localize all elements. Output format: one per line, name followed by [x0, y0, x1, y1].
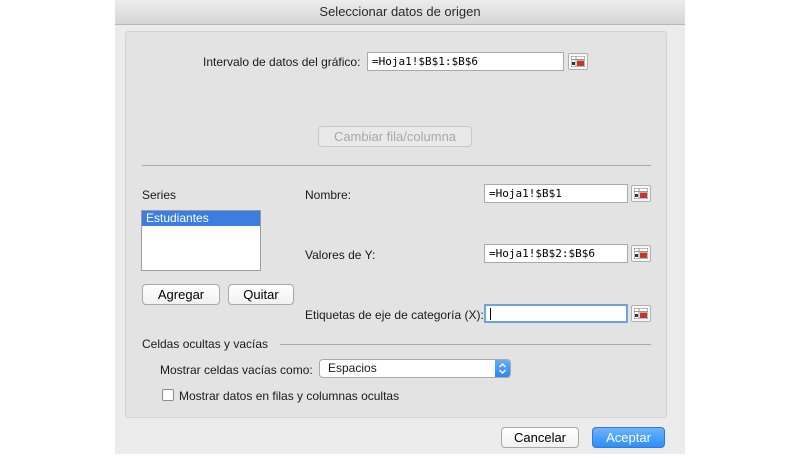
select-data-dialog: Seleccionar datos de origen Intervalo de… — [115, 0, 685, 454]
divider — [142, 165, 651, 166]
collapse-dialog-icon — [634, 248, 648, 259]
x-labels-selector-button[interactable] — [631, 305, 651, 322]
series-list[interactable]: Estudiantes — [141, 210, 261, 271]
name-field[interactable]: =Hoja1!$B$1 — [484, 184, 628, 203]
empty-cells-value: Espacios — [328, 361, 377, 375]
select-arrow-button — [495, 360, 510, 377]
empty-cells-select[interactable]: Espacios — [319, 359, 511, 378]
name-label: Nombre: — [305, 188, 352, 202]
dialog-panel: Intervalo de datos del gráfico: =Hoja1!$… — [125, 31, 667, 418]
show-hidden-checkbox[interactable] — [162, 389, 174, 401]
remove-series-button[interactable]: Quitar — [228, 284, 294, 305]
hidden-cells-section-label: Celdas ocultas y vacías — [142, 337, 269, 351]
ok-button[interactable]: Aceptar — [592, 427, 665, 448]
range-selector-button[interactable] — [568, 53, 588, 70]
y-values-field[interactable]: =Hoja1!$B$2:$B$6 — [484, 244, 628, 263]
collapse-dialog-icon — [571, 56, 585, 67]
range-label: Intervalo de datos del gráfico: — [203, 55, 361, 69]
switch-row-column-button[interactable]: Cambiar fila/columna — [318, 126, 472, 147]
updown-chevron-icon — [499, 363, 506, 374]
name-selector-button[interactable] — [631, 185, 651, 202]
y-values-label: Valores de Y: — [305, 248, 376, 262]
collapse-dialog-icon — [634, 188, 648, 199]
window-title: Seleccionar datos de origen — [115, 0, 685, 25]
range-field[interactable]: =Hoja1!$B$1:$B$6 — [367, 52, 564, 71]
show-hidden-label: Mostrar datos en filas y columnas oculta… — [179, 389, 400, 403]
collapse-dialog-icon — [634, 308, 648, 319]
text-caret — [490, 308, 491, 320]
list-item[interactable]: Estudiantes — [142, 211, 260, 226]
x-labels-field[interactable] — [484, 304, 628, 323]
cancel-button[interactable]: Cancelar — [501, 427, 579, 448]
x-labels-label: Etiquetas de eje de categoría (X): — [305, 308, 484, 322]
add-series-button[interactable]: Agregar — [142, 284, 220, 305]
section-divider — [280, 344, 651, 345]
empty-cells-label: Mostrar celdas vacías como: — [160, 363, 313, 377]
y-values-selector-button[interactable] — [631, 245, 651, 262]
series-label: Series — [142, 188, 177, 202]
